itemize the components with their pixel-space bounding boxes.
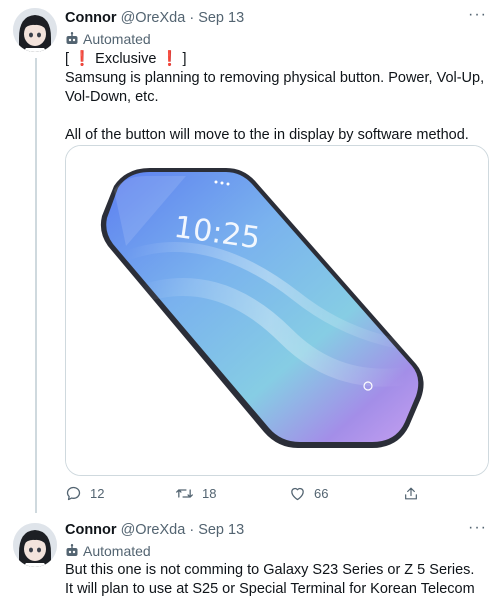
tweet-date[interactable]: Sep 13: [198, 522, 244, 538]
reply-icon: [66, 486, 81, 501]
automated-label: Automated: [65, 543, 151, 559]
share-button[interactable]: [403, 485, 419, 502]
robot-icon: [66, 32, 78, 44]
automated-text: Automated: [83, 543, 151, 559]
author-handle[interactable]: @OreXda: [121, 10, 186, 26]
like-button[interactable]: 66: [289, 485, 328, 502]
reply-button[interactable]: 12: [65, 485, 104, 502]
tweet-paragraph-2: All of the button will move to the in di…: [65, 127, 469, 143]
phone-render-image: 10:25: [66, 146, 488, 475]
avatar[interactable]: [13, 523, 57, 567]
retweet-count: 18: [202, 486, 217, 501]
paragraph-spacer: [65, 107, 485, 126]
author-name[interactable]: Connor: [65, 10, 117, 26]
author-handle[interactable]: @OreXda: [121, 522, 186, 538]
tweet-text: But this one is not comming to Galaxy S2…: [65, 561, 485, 599]
tweet-header: Connor @OreXda · Sep 13: [65, 522, 244, 538]
exclusive-label: Exclusive: [95, 51, 157, 67]
tweet-actions: 12 18 66: [65, 485, 425, 505]
separator-dot: ·: [189, 522, 195, 538]
automated-text: Automated: [83, 31, 151, 47]
retweet-icon: [176, 489, 193, 498]
tweet-paragraph-1: But this one is not comming to Galaxy S2…: [65, 562, 475, 597]
exclamation-icon: ❗: [73, 51, 92, 67]
share-icon: [405, 487, 417, 500]
more-options-icon[interactable]: ···: [468, 6, 487, 24]
tweet-1: Connor @OreXda · Sep 13 ··· Automated [ …: [0, 0, 501, 515]
retweet-button[interactable]: 18: [175, 485, 216, 502]
avatar[interactable]: [13, 8, 57, 52]
more-options-icon[interactable]: ···: [468, 519, 487, 537]
bracket-close: ]: [182, 51, 187, 67]
author-name[interactable]: Connor: [65, 522, 117, 538]
tweet-media-image[interactable]: 10:25: [65, 145, 489, 476]
heart-icon: [291, 487, 304, 501]
robot-icon: [66, 544, 78, 556]
separator-dot: ·: [189, 10, 195, 26]
reply-count: 12: [90, 486, 105, 501]
tweet-text: [ ❗ Exclusive ❗ ] Samsung is planning to…: [65, 50, 485, 145]
tweet-paragraph-1: Samsung is planning to removing physical…: [65, 70, 485, 105]
tweet-header: Connor @OreXda · Sep 13: [65, 10, 244, 26]
bracket-open: [: [65, 51, 70, 67]
like-count: 66: [314, 486, 329, 501]
tweet-date[interactable]: Sep 13: [198, 10, 244, 26]
automated-label: Automated: [65, 31, 151, 47]
exclusive-line: [ ❗ Exclusive ❗ ]: [65, 50, 485, 69]
exclamation-icon: ❗: [160, 51, 179, 67]
tweet-2: Connor @OreXda · Sep 13 ··· Automated Bu…: [0, 515, 501, 603]
